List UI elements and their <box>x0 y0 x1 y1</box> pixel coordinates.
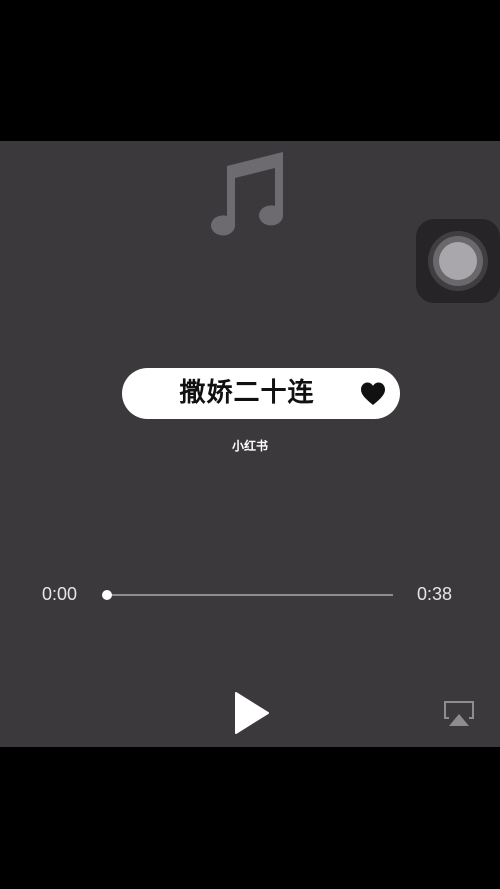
title-pill: 撒娇二十连 <box>122 368 400 419</box>
heart-icon[interactable] <box>360 381 386 407</box>
track-title: 撒娇二十连 <box>179 378 315 408</box>
play-button[interactable] <box>226 689 274 737</box>
watermark-logo: 小红书 <box>231 439 268 453</box>
progress-thumb[interactable] <box>102 590 112 600</box>
time-elapsed: 0:00 <box>42 584 78 604</box>
music-note-icon <box>211 152 283 236</box>
assistive-touch-icon <box>439 242 477 280</box>
play-icon <box>235 692 269 734</box>
letterbox-bottom <box>0 747 500 889</box>
time-total: 0:38 <box>417 584 453 604</box>
progress-track[interactable] <box>107 594 393 596</box>
audio-player: 撒娇二十连 小红书 0:00 0:38 <box>0 141 500 747</box>
assistive-touch-button[interactable] <box>416 219 500 303</box>
letterbox-top <box>0 0 500 141</box>
airplay-button[interactable] <box>443 700 475 728</box>
